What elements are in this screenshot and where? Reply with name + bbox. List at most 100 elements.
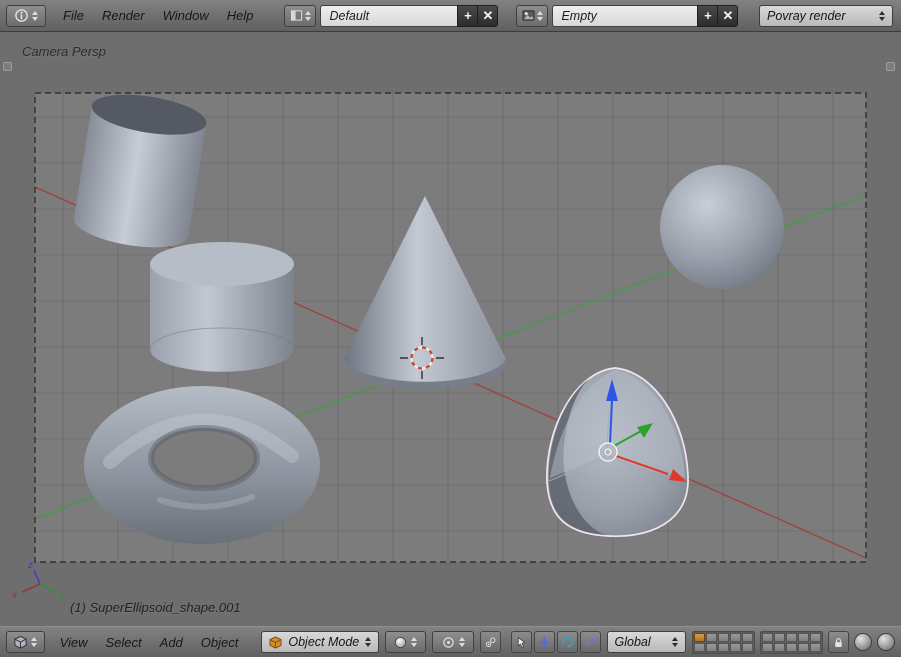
opengl-render-still-button[interactable] xyxy=(854,633,872,651)
layer-button-16[interactable] xyxy=(762,643,773,652)
chevron-updown-icon xyxy=(879,11,885,21)
chevron-updown-icon xyxy=(32,11,38,21)
layer-button-11[interactable] xyxy=(694,643,705,652)
layer-button-18[interactable] xyxy=(786,643,797,652)
menu-file[interactable]: File xyxy=(54,8,93,23)
screen-layout-selector: Default + ✕ xyxy=(284,5,498,27)
menu-render[interactable]: Render xyxy=(93,8,154,23)
scene-icon xyxy=(522,9,535,22)
scene-add-button[interactable]: + xyxy=(697,5,718,27)
translate-manipulator-button[interactable] xyxy=(534,631,555,653)
mode-value: Object Mode xyxy=(288,635,359,649)
pointer-hand-icon xyxy=(515,636,528,649)
center-points-icon xyxy=(484,636,497,649)
layer-button-17[interactable] xyxy=(774,643,785,652)
chevron-updown-icon xyxy=(672,637,678,647)
gizmo-x-label: x xyxy=(11,590,18,601)
layer-button-15[interactable] xyxy=(742,643,753,652)
menu-window[interactable]: Window xyxy=(154,8,218,23)
3d-viewport[interactable]: z x y Camera Persp (1) SuperEllipsoid_sh… xyxy=(0,32,901,626)
layer-buttons-group-2 xyxy=(760,631,823,654)
layer-button-13[interactable] xyxy=(718,643,729,652)
orientation-value: Global xyxy=(615,635,667,649)
info-editor-icon xyxy=(14,8,29,23)
layer-button-8[interactable] xyxy=(786,633,797,642)
layer-buttons-group-1 xyxy=(692,631,755,654)
screen-layout-icon xyxy=(290,9,303,22)
layer-button-12[interactable] xyxy=(706,643,717,652)
layer-button-3[interactable] xyxy=(718,633,729,642)
lock-to-scene-toggle[interactable] xyxy=(828,631,849,653)
layer-button-7[interactable] xyxy=(774,633,785,642)
menu-object[interactable]: Object xyxy=(192,635,248,650)
cylinder-object[interactable] xyxy=(150,242,294,372)
layer-button-4[interactable] xyxy=(730,633,741,642)
lock-icon xyxy=(832,636,845,649)
rotate-arc-icon xyxy=(561,636,574,649)
screen-name-value: Default xyxy=(329,9,369,23)
scene-selector: Empty + ✕ xyxy=(516,5,738,27)
layer-button-1[interactable] xyxy=(694,633,705,642)
menu-add[interactable]: Add xyxy=(151,635,192,650)
opengl-render-anim-button[interactable] xyxy=(877,633,895,651)
chevron-updown-icon xyxy=(305,11,311,21)
pivot-point-select[interactable] xyxy=(432,631,474,653)
rotate-manipulator-button[interactable] xyxy=(557,631,578,653)
layer-button-9[interactable] xyxy=(798,633,809,642)
chevron-updown-icon xyxy=(537,11,543,21)
selected-object-label: (1) SuperEllipsoid_shape.001 xyxy=(70,600,241,615)
screen-add-button[interactable]: + xyxy=(457,5,478,27)
view-name-label: Camera Persp xyxy=(22,44,106,59)
screen-browse-button[interactable] xyxy=(284,5,316,27)
scale-manipulator-button[interactable] xyxy=(580,631,601,653)
menu-view[interactable]: View xyxy=(51,635,97,650)
viewport-scene: z x y xyxy=(0,32,901,626)
layer-button-6[interactable] xyxy=(762,633,773,642)
info-header: File Render Window Help Default + ✕ Empt… xyxy=(0,0,901,32)
scene-name-field[interactable]: Empty xyxy=(552,5,698,27)
layer-button-2[interactable] xyxy=(706,633,717,642)
editor-type-button[interactable] xyxy=(6,5,46,27)
gizmo-z-label: z xyxy=(27,560,33,571)
gizmo-y-label: y xyxy=(58,591,65,602)
layer-button-14[interactable] xyxy=(730,643,741,652)
manipulator-toggle-button[interactable] xyxy=(511,631,532,653)
area-split-handle-left[interactable] xyxy=(3,62,12,71)
solid-shading-sphere-icon xyxy=(394,636,407,649)
cylinder-tilted-object[interactable] xyxy=(71,88,209,254)
chevron-updown-icon xyxy=(411,637,417,647)
pivot-point-icon xyxy=(442,636,455,649)
scene-name-value: Empty xyxy=(561,9,596,23)
menu-select[interactable]: Select xyxy=(97,635,151,650)
torus-object[interactable] xyxy=(84,386,320,544)
chevron-updown-icon xyxy=(31,637,37,647)
header-right-cluster xyxy=(692,631,895,654)
screen-close-button[interactable]: ✕ xyxy=(477,5,498,27)
layer-button-20[interactable] xyxy=(810,643,821,652)
scene-browse-button[interactable] xyxy=(516,5,548,27)
3d-viewport-editor-icon xyxy=(13,635,28,650)
chevron-updown-icon xyxy=(365,637,371,647)
scale-line-icon xyxy=(584,636,597,649)
screen-name-field[interactable]: Default xyxy=(320,5,458,27)
layer-button-5[interactable] xyxy=(742,633,753,642)
area-split-handle-right[interactable] xyxy=(886,62,895,71)
viewport-menubar: View Select Add Object xyxy=(51,635,248,650)
translate-arrows-icon xyxy=(538,636,551,649)
menu-help[interactable]: Help xyxy=(218,8,263,23)
layer-button-10[interactable] xyxy=(810,633,821,642)
render-engine-select[interactable]: Povray render xyxy=(759,5,893,27)
manipulate-center-points-toggle[interactable] xyxy=(480,631,500,653)
layer-button-19[interactable] xyxy=(798,643,809,652)
viewport-shading-select[interactable] xyxy=(385,631,425,653)
manipulator-widget-group xyxy=(511,631,601,653)
render-engine-value: Povray render xyxy=(767,9,873,23)
viewport-editor-type-button[interactable] xyxy=(6,631,45,653)
viewport-header: View Select Add Object Object Mode xyxy=(0,626,901,657)
chevron-updown-icon xyxy=(459,637,465,647)
transform-orientation-select[interactable]: Global xyxy=(607,631,687,653)
top-menubar: File Render Window Help xyxy=(54,8,262,23)
sphere-object[interactable] xyxy=(660,165,784,289)
mode-select[interactable]: Object Mode xyxy=(261,631,379,653)
scene-close-button[interactable]: ✕ xyxy=(717,5,738,27)
